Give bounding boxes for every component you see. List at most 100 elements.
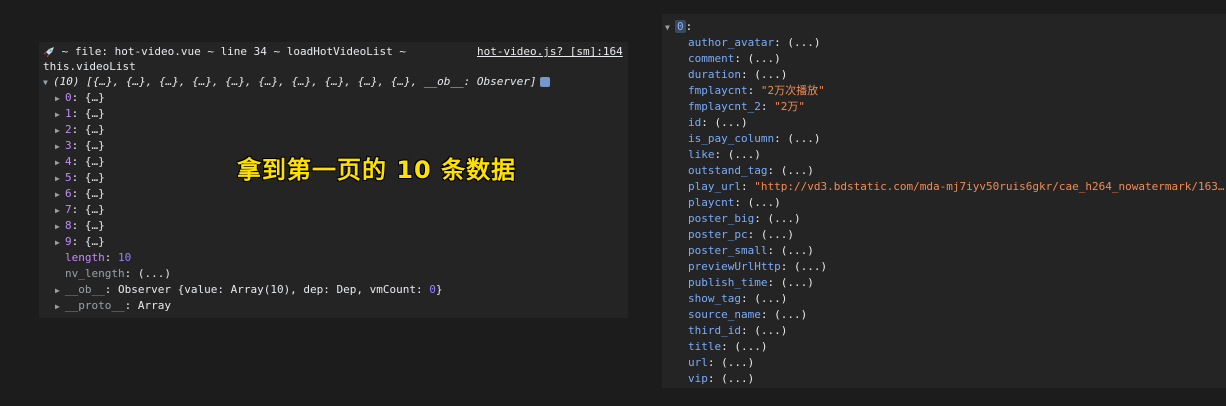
object-field-row[interactable]: previewUrlHttp: (...) <box>688 259 827 275</box>
object-field-row[interactable]: poster_big: (...) <box>688 211 801 227</box>
collapse-triangle-icon[interactable]: ▼ <box>43 75 53 91</box>
array-item-row[interactable]: ▶ 1: {…} <box>55 106 105 122</box>
object-field-key: outstand_tag <box>688 164 768 177</box>
object-field-row[interactable]: poster_pc: (...) <box>688 227 794 243</box>
nv-length-value[interactable]: (...) <box>138 267 171 280</box>
array-item-row[interactable]: ▶ 7: {…} <box>55 202 105 218</box>
object-field-value[interactable]: (...) <box>721 356 754 369</box>
object-field-row[interactable]: title: (...) <box>688 339 768 355</box>
ob-value: Observer {value: Array(10), dep: Dep, vm… <box>118 283 430 296</box>
object-field-row[interactable]: author_avatar: (...) <box>688 35 820 51</box>
expand-triangle-icon[interactable]: ▶ <box>55 107 65 123</box>
object-field-value[interactable]: (...) <box>715 116 748 129</box>
array-item-key: 3 <box>65 139 72 152</box>
expand-triangle-icon[interactable]: ▶ <box>55 123 65 139</box>
object-field-key: id <box>688 116 702 129</box>
array-item-row[interactable]: ▶ 9: {…} <box>55 234 105 250</box>
object-field-row[interactable]: publish_time: (...) <box>688 275 814 291</box>
object-field-value[interactable]: (...) <box>787 132 820 145</box>
log-header: ~ file: hot-video.vue ~ line 34 ~ loadHo… <box>43 44 406 60</box>
object-field-row[interactable]: is_pay_column: (...) <box>688 131 820 147</box>
array-item-key: 7 <box>65 203 72 216</box>
expand-triangle-icon[interactable]: ▶ <box>55 235 65 251</box>
object-field-value[interactable]: (...) <box>767 212 800 225</box>
nv-length-row[interactable]: nv_length: (...) <box>65 266 171 282</box>
ob-vmcount: 0 <box>429 283 436 296</box>
object-field-row[interactable]: show_tag: (...) <box>688 291 787 307</box>
annotation-overlay-text: 拿到第一页的 10 条数据 <box>237 156 517 184</box>
length-value: 10 <box>118 251 132 264</box>
expand-triangle-icon[interactable]: ▶ <box>55 171 65 187</box>
rocket-icon <box>44 47 54 57</box>
object-field-key: third_id <box>688 324 741 337</box>
object-field-value[interactable]: (...) <box>781 164 814 177</box>
object-field-row: fmplaycnt_2: "2万" <box>688 100 805 113</box>
object-field-row[interactable]: comment: (...) <box>688 51 781 67</box>
expand-triangle-icon[interactable]: ▶ <box>55 203 65 219</box>
expand-triangle-icon[interactable]: ▶ <box>55 219 65 235</box>
object-field-value[interactable]: (...) <box>728 148 761 161</box>
object-field-value[interactable]: (...) <box>781 244 814 257</box>
object-field-value[interactable]: (...) <box>748 196 781 209</box>
object-field-key: vip <box>688 372 708 385</box>
object-field-value[interactable]: (...) <box>761 228 794 241</box>
array-item-value: {…} <box>84 123 105 136</box>
array-item-row[interactable]: ▶ 5: {…} <box>55 170 105 186</box>
array-item-key: 4 <box>65 155 72 168</box>
object-field-value[interactable]: (...) <box>787 36 820 49</box>
array-item-row[interactable]: ▶ 8: {…} <box>55 218 105 234</box>
array-item-value: {…} <box>84 187 105 200</box>
array-item-value: {…} <box>84 203 105 216</box>
source-link[interactable]: hot-video.js? [sm]:164 <box>477 45 623 58</box>
object-field-row[interactable]: id: (...) <box>688 115 748 131</box>
object-field-value[interactable]: (...) <box>748 52 781 65</box>
object-field-row[interactable]: vip: (...) <box>688 371 754 387</box>
ob-row[interactable]: ▶ __ob__: Observer {value: Array(10), dep… <box>55 282 443 298</box>
object-field-row: fmplaycnt: "2万次播放" <box>688 84 825 97</box>
array-item-row[interactable]: ▶ 2: {…} <box>55 122 105 138</box>
expand-triangle-icon[interactable]: ▶ <box>55 187 65 203</box>
array-item-value: {…} <box>84 171 105 184</box>
array-item-row[interactable]: ▶ 3: {…} <box>55 138 105 154</box>
proto-row[interactable]: ▶ __proto__: Array <box>55 298 171 314</box>
object-field-row[interactable]: source_name: (...) <box>688 307 807 323</box>
array-item-key: 5 <box>65 171 72 184</box>
expand-triangle-icon[interactable]: ▶ <box>55 299 65 315</box>
array-item-key: 6 <box>65 187 72 200</box>
object-field-row[interactable]: playcnt: (...) <box>688 195 781 211</box>
array-item-row[interactable]: ▶ 4: {…} <box>55 154 105 170</box>
object-field-row[interactable]: third_id: (...) <box>688 323 787 339</box>
object-field-value[interactable]: (...) <box>734 340 767 353</box>
expand-triangle-icon[interactable]: ▶ <box>55 155 65 171</box>
object-field-key: is_pay_column <box>688 132 775 145</box>
object-field-key: poster_pc <box>688 228 748 241</box>
object-field-key: like <box>688 148 715 161</box>
right-console-panel: ▼ 0: author_avatar: (...) comment: (...) du… <box>662 14 1226 388</box>
object-field-value[interactable]: (...) <box>794 260 827 273</box>
expand-triangle-icon[interactable]: ▶ <box>55 139 65 155</box>
object-field-value[interactable]: (...) <box>774 308 807 321</box>
expand-triangle-icon[interactable]: ▶ <box>55 283 65 299</box>
object-field-value[interactable]: (...) <box>721 372 754 385</box>
collapse-triangle-icon[interactable]: ▼ <box>665 20 675 36</box>
object-field-value[interactable]: (...) <box>781 276 814 289</box>
object-field-row[interactable]: poster_small: (...) <box>688 243 814 259</box>
nv-length-key: nv_length <box>65 267 125 280</box>
object-field-value: "2万" <box>774 100 805 113</box>
object-field-row[interactable]: like: (...) <box>688 147 761 163</box>
object-field-value[interactable]: (...) <box>754 292 787 305</box>
log-header-text-2: this.videoList <box>43 60 136 73</box>
object-field-row[interactable]: outstand_tag: (...) <box>688 163 814 179</box>
array-item-row[interactable]: ▶ 6: {…} <box>55 186 105 202</box>
object-field-value[interactable]: (...) <box>754 68 787 81</box>
object-field-row[interactable]: duration: (...) <box>688 67 787 83</box>
array-item-row[interactable]: ▶ 0: {…} <box>55 90 105 106</box>
array-summary-row[interactable]: ▼ (10) [{…}, {…}, {…}, {…}, {…}, {…}, {…}… <box>43 74 551 91</box>
object-field-row[interactable]: url: (...) <box>688 355 754 371</box>
object-root-row[interactable]: ▼ 0: <box>665 19 692 35</box>
object-field-value[interactable]: (...) <box>754 324 787 337</box>
ob-key: __ob__ <box>65 283 105 296</box>
object-root-key: 0 <box>675 20 686 33</box>
object-field-key: comment <box>688 52 735 65</box>
expand-triangle-icon[interactable]: ▶ <box>55 91 65 107</box>
